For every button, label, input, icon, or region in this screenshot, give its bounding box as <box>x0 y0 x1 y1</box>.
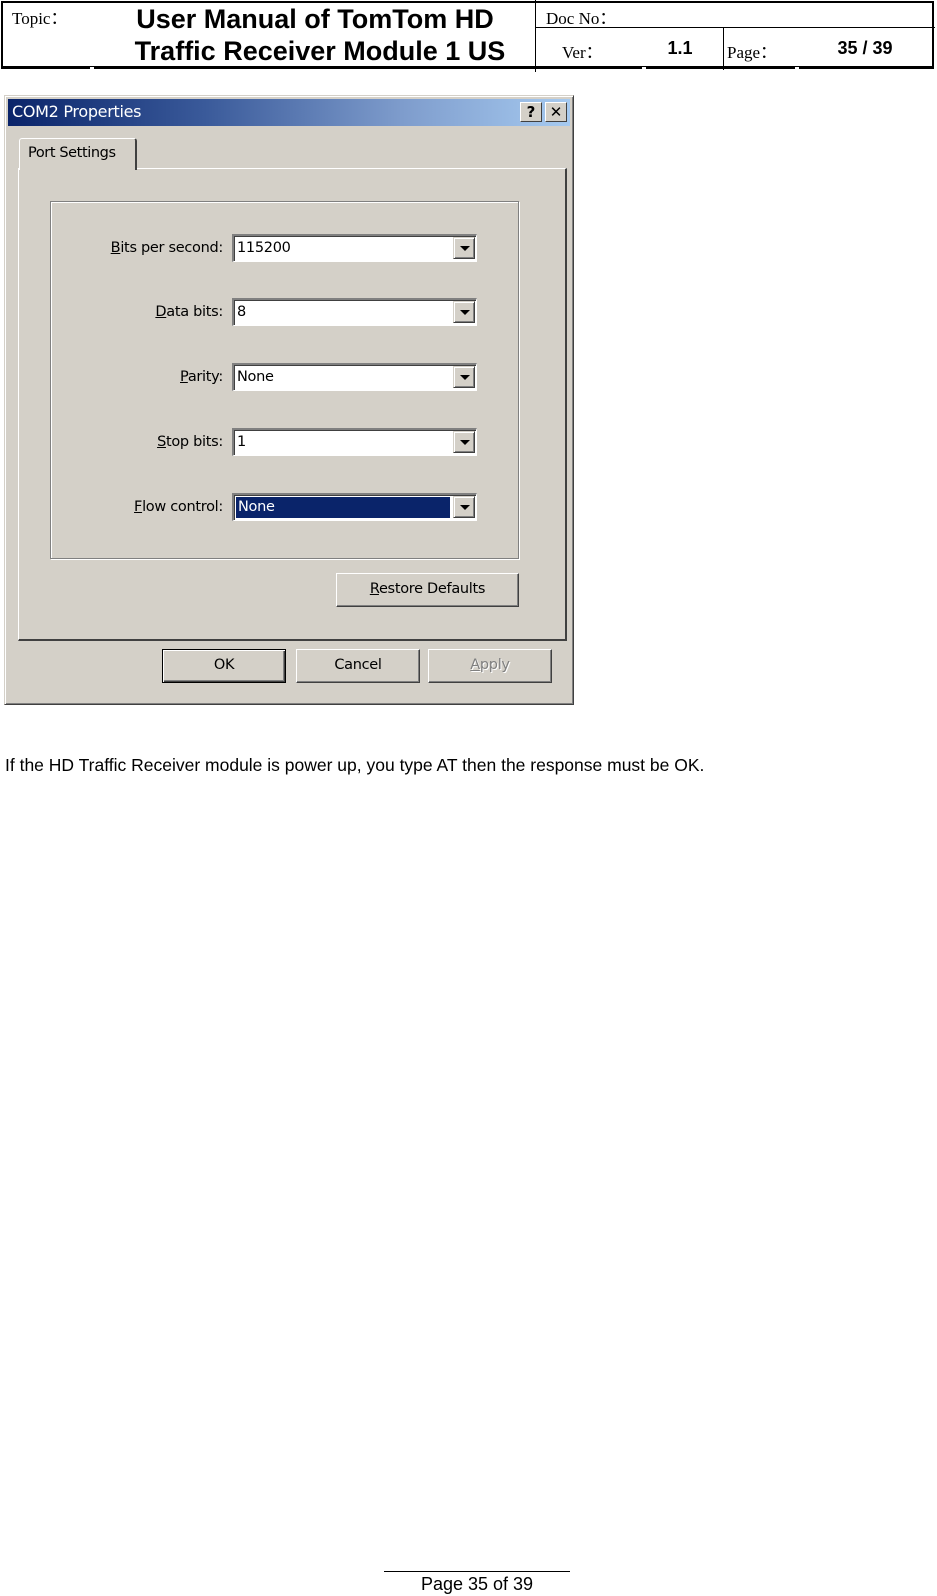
label-text: arity: <box>187 369 223 385</box>
mnemonic: B <box>110 240 121 256</box>
header-divider-gap <box>90 67 94 71</box>
label-text: top bits: <box>165 434 223 450</box>
tab-label: Port Settings <box>28 145 116 161</box>
header-divider-gap <box>642 67 646 71</box>
mnemonic: R <box>369 581 379 597</box>
chevron-down-icon[interactable] <box>453 237 475 259</box>
flow-control-select[interactable]: None <box>232 493 477 521</box>
restore-defaults-button[interactable]: Restore Defaults <box>336 573 519 607</box>
help-button[interactable]: ? <box>520 102 542 122</box>
document-title-line1: User Manual of TomTom HD <box>136 4 494 34</box>
document-title-line2: Traffic Receiver Module 1 US <box>134 36 506 66</box>
select-value: None <box>237 369 274 385</box>
page-label: Page： <box>727 43 778 62</box>
header-divider <box>723 27 724 70</box>
ok-button[interactable]: OK <box>162 649 286 683</box>
mnemonic: S <box>157 434 166 450</box>
label-text: low control: <box>142 499 223 515</box>
document-header: Topic： User Manual of TomTom HD Traffic … <box>0 0 937 72</box>
instruction-paragraph: If the HD Traffic Receiver module is pow… <box>5 755 705 775</box>
dialog-title: COM2 Properties <box>12 102 142 121</box>
button-label: estore Defaults <box>378 581 486 597</box>
bits-per-second-label: Bits per second: <box>110 240 224 256</box>
stop-bits-select[interactable]: 1 <box>232 428 477 456</box>
select-value: 1 <box>237 434 246 450</box>
button-label: OK <box>213 657 235 673</box>
bits-per-second-row: Bits per second: 115200 <box>5 234 575 264</box>
header-divider-gap <box>795 67 799 71</box>
mnemonic: D <box>155 304 167 320</box>
select-value: 8 <box>237 304 246 320</box>
doc-no-label: Doc No： <box>546 9 617 28</box>
data-bits-row: Data bits: 8 <box>5 298 575 328</box>
chevron-down-icon[interactable] <box>453 366 475 388</box>
version-label: Ver： <box>562 43 603 62</box>
mnemonic: F <box>134 499 143 515</box>
button-label: pply <box>479 657 510 673</box>
bits-per-second-select[interactable]: 115200 <box>232 234 477 262</box>
version-value: 1.1 <box>667 38 693 58</box>
stop-bits-label: Stop bits: <box>157 434 223 450</box>
parity-row: Parity: None <box>5 363 575 393</box>
chevron-down-icon[interactable] <box>453 301 475 323</box>
header-divider <box>535 0 536 72</box>
close-icon: ✕ <box>549 103 563 121</box>
com2-properties-dialog: COM2 Properties ? ✕ Port Settings Bits p… <box>4 95 574 705</box>
chevron-down-icon[interactable] <box>453 431 475 453</box>
mnemonic: P <box>180 369 188 385</box>
flow-control-label: Flow control: <box>134 499 223 515</box>
select-value: None <box>236 497 450 518</box>
dialog-titlebar[interactable]: COM2 Properties ? ✕ <box>8 99 570 126</box>
cancel-button[interactable]: Cancel <box>296 649 420 683</box>
data-bits-label: Data bits: <box>155 304 223 320</box>
close-button[interactable]: ✕ <box>545 102 567 122</box>
select-value: 115200 <box>237 240 291 256</box>
tab-port-settings[interactable]: Port Settings <box>19 138 137 170</box>
label-text: its per second: <box>120 240 223 256</box>
apply-button[interactable]: Apply <box>428 649 552 683</box>
parity-select[interactable]: None <box>232 363 477 391</box>
button-label: Cancel <box>334 657 382 673</box>
parity-label: Parity: <box>180 369 223 385</box>
topic-label: Topic： <box>12 9 68 28</box>
page-footer: Page 35 of 39 <box>420 1574 534 1594</box>
stop-bits-row: Stop bits: 1 <box>5 428 575 458</box>
label-text: ata bits: <box>166 304 223 320</box>
footer-rule <box>384 1571 570 1572</box>
data-bits-select[interactable]: 8 <box>232 298 477 326</box>
page-value: 35 / 39 <box>837 38 893 58</box>
chevron-down-icon[interactable] <box>453 496 475 518</box>
mnemonic: A <box>470 657 480 673</box>
flow-control-row: Flow control: None <box>5 493 575 523</box>
help-icon: ? <box>526 103 536 121</box>
